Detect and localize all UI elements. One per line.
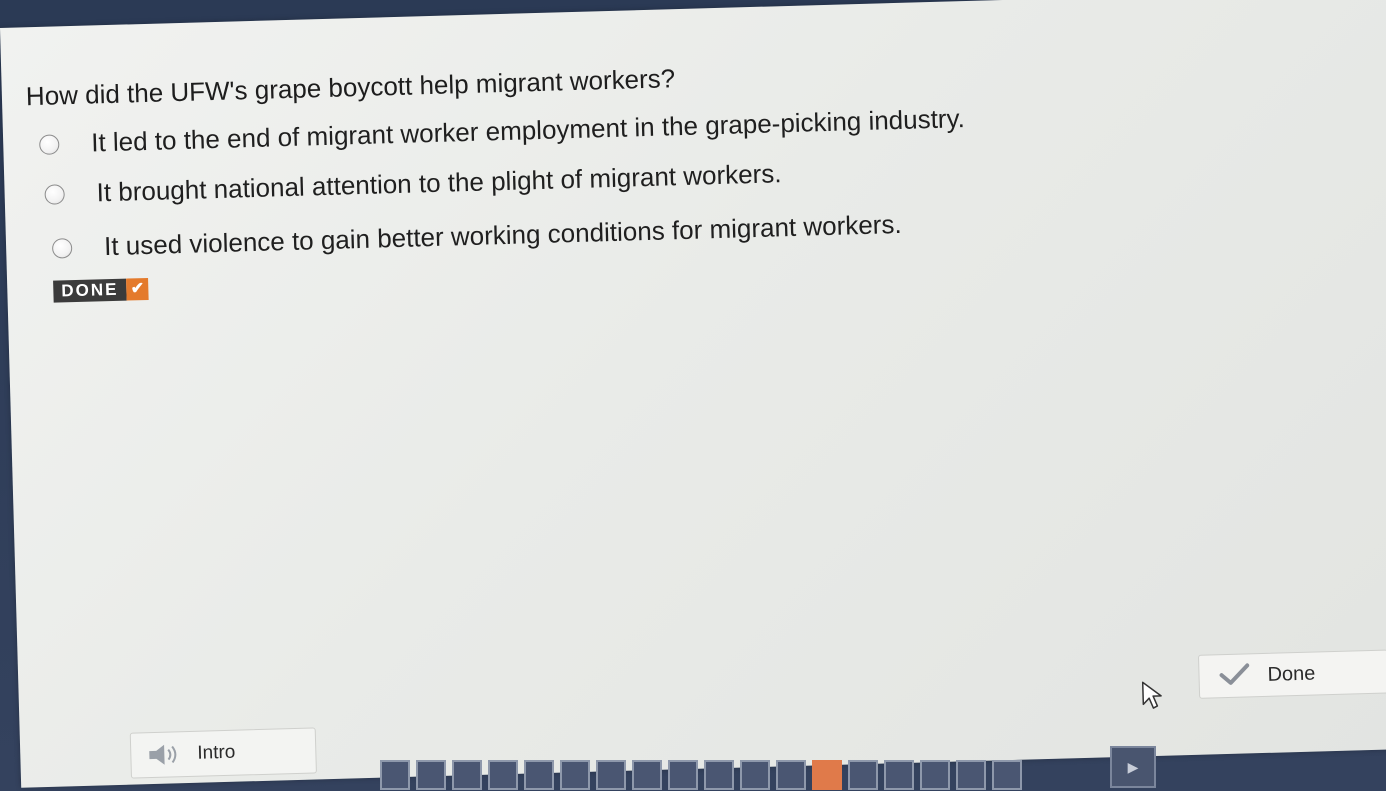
question-text: How did the UFW's grape boycott help mig… bbox=[25, 63, 676, 112]
check-icon: ✔ bbox=[126, 277, 149, 301]
done-button[interactable]: Done bbox=[1197, 649, 1386, 699]
progress-step[interactable] bbox=[524, 760, 554, 790]
quiz-panel: How did the UFW's grape boycott help mig… bbox=[0, 0, 1386, 788]
check-icon bbox=[1219, 653, 1254, 698]
progress-step-current[interactable] bbox=[812, 760, 842, 790]
answer-option-3[interactable]: It used violence to gain better working … bbox=[51, 208, 902, 264]
done-badge-label: DONE bbox=[53, 278, 127, 303]
mouse-pointer-icon bbox=[1141, 680, 1164, 711]
progress-step[interactable] bbox=[776, 760, 806, 790]
progress-step[interactable] bbox=[560, 760, 590, 790]
radio-button-3[interactable] bbox=[51, 237, 73, 259]
progress-step[interactable] bbox=[884, 760, 914, 790]
progress-step[interactable] bbox=[452, 760, 482, 790]
progress-step[interactable] bbox=[956, 760, 986, 790]
done-submit-badge[interactable]: DONE ✔ bbox=[53, 277, 149, 303]
answer-option-1[interactable]: It led to the end of migrant worker empl… bbox=[38, 103, 966, 160]
play-arrow-icon: ▶ bbox=[1127, 758, 1139, 775]
done-button-label: Done bbox=[1267, 662, 1316, 686]
speaker-icon bbox=[147, 742, 184, 767]
question-progress-bar bbox=[380, 760, 1022, 790]
progress-step[interactable] bbox=[848, 760, 878, 790]
answer-option-3-label: It used violence to gain better working … bbox=[103, 208, 902, 262]
progress-step[interactable] bbox=[632, 760, 662, 790]
check-icon-shape bbox=[1219, 663, 1250, 685]
progress-step[interactable] bbox=[992, 760, 1022, 790]
answer-option-1-label: It led to the end of migrant worker empl… bbox=[90, 103, 966, 158]
progress-step[interactable] bbox=[740, 760, 770, 790]
radio-button-2[interactable] bbox=[44, 183, 65, 205]
progress-step[interactable] bbox=[920, 760, 950, 790]
progress-step[interactable] bbox=[380, 760, 410, 790]
progress-step[interactable] bbox=[596, 760, 626, 790]
progress-step[interactable] bbox=[704, 760, 734, 790]
intro-button-label: Intro bbox=[197, 741, 236, 764]
intro-button[interactable]: Intro bbox=[129, 727, 317, 779]
answer-option-2-label: It brought national attention to the pli… bbox=[96, 158, 782, 208]
progress-step[interactable] bbox=[668, 760, 698, 790]
next-arrow-button[interactable]: ▶ bbox=[1110, 746, 1156, 788]
radio-button-1[interactable] bbox=[38, 133, 60, 155]
progress-step[interactable] bbox=[416, 760, 446, 790]
progress-step[interactable] bbox=[488, 760, 518, 790]
answer-option-2[interactable]: It brought national attention to the pli… bbox=[44, 158, 782, 210]
